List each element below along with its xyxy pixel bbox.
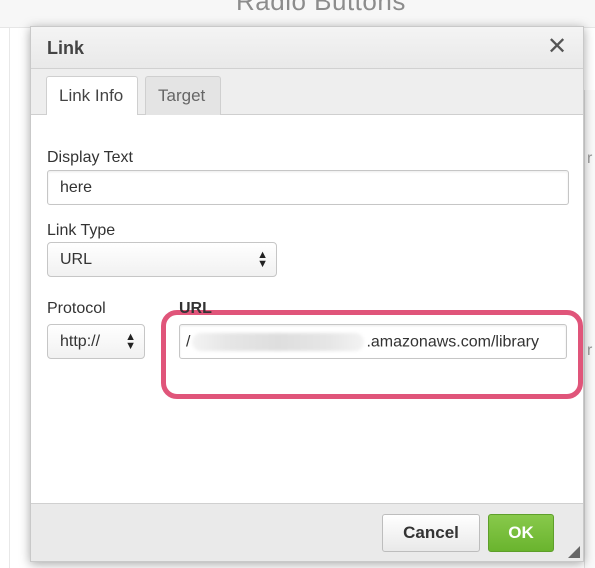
dialog-title: Link	[47, 38, 85, 58]
tab-bar: Link Info Target	[31, 69, 583, 116]
url-redacted-segment	[192, 332, 365, 351]
background-fragment: r	[587, 342, 593, 359]
background-heading: Radio Buttons	[236, 0, 406, 16]
background-header: Radio Buttons	[0, 0, 595, 28]
background-fragment: r	[587, 150, 593, 167]
tab-link-info[interactable]: Link Info	[46, 76, 138, 116]
dialog-footer: Cancel OK	[31, 503, 583, 561]
resize-handle-icon[interactable]	[568, 546, 580, 558]
background-right-edge: r r	[584, 90, 595, 568]
url-label: URL	[179, 300, 212, 317]
background-left-edge	[0, 28, 10, 568]
display-text-label: Display Text	[47, 149, 133, 166]
dialog-titlebar[interactable]: Link ✕	[31, 27, 583, 69]
protocol-label: Protocol	[47, 300, 106, 317]
close-icon[interactable]: ✕	[543, 33, 571, 61]
url-visible-text: .amazonaws.com/library	[366, 333, 539, 351]
link-type-label: Link Type	[47, 222, 116, 239]
link-info-panel: Display Text here Link Type URL ▲ ▼ Proto…	[31, 115, 583, 503]
tab-target[interactable]: Target	[145, 76, 221, 115]
link-dialog: Link ✕ Link Info Target Display Text her…	[30, 26, 584, 562]
cancel-button[interactable]: Cancel	[382, 514, 480, 552]
ok-button[interactable]: OK	[488, 514, 554, 552]
protocol-value: http://	[60, 333, 101, 350]
protocol-select[interactable]: http:// ▲ ▼	[47, 324, 145, 359]
url-input[interactable]: / .amazonaws.com/library	[179, 324, 567, 359]
display-text-input[interactable]: here	[47, 170, 569, 205]
updown-arrows-icon: ▲ ▼	[125, 331, 136, 352]
url-prefix: /	[186, 333, 191, 351]
link-type-value: URL	[60, 251, 93, 268]
link-type-select[interactable]: URL ▲ ▼	[47, 242, 277, 277]
updown-arrows-icon: ▲ ▼	[257, 249, 268, 270]
